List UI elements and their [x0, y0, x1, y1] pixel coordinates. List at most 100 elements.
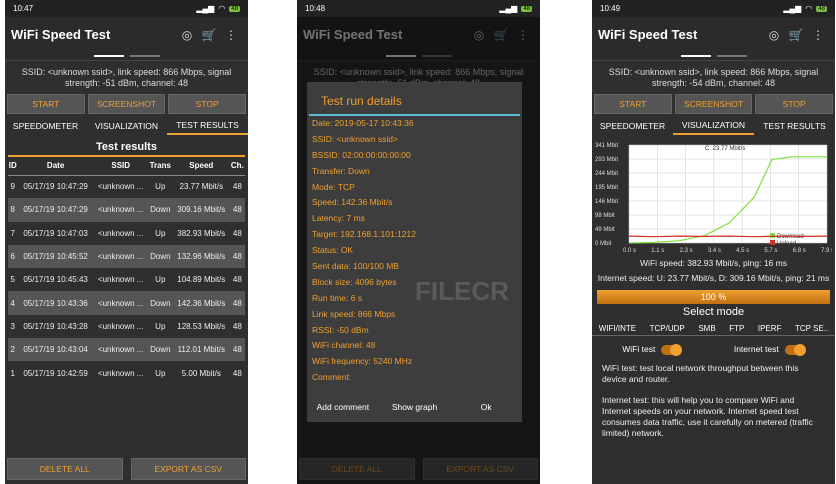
table-row[interactable]: 7 05/17/19 10:47:03 <unknown ... Up 382.93 M…: [8, 222, 245, 245]
y-tick: 293 Mbit: [595, 157, 618, 163]
table-row[interactable]: 5 05/17/19 10:45:43 <unknown ... Up 104.89 M…: [8, 268, 245, 291]
table-row[interactable]: 4 05/17/19 10:43:36 <unknown ... Down 142.36…: [8, 291, 245, 315]
tab-speedometer[interactable]: SPEEDOMETER: [5, 121, 86, 134]
menu-icon[interactable]: ⋮: [220, 28, 242, 42]
mode-tab[interactable]: TCP SE..: [795, 324, 828, 333]
y-tick: 195 Mbit: [595, 185, 618, 191]
cell-id: 8: [8, 198, 18, 222]
col-date: Date: [17, 157, 94, 176]
plot-area: [629, 145, 827, 243]
stop-button[interactable]: STOP: [755, 94, 834, 114]
y-tick: 341 Mbit: [595, 143, 618, 149]
legend-label: Download: [777, 234, 804, 240]
show-graph-button[interactable]: Show graph: [379, 392, 451, 422]
mode-tabs: WIFI/INTE TCP/UDP SMB FTP IPERF TCP SE..: [592, 322, 835, 336]
table-row[interactable]: 6 05/17/19 10:45:52 <unknown ... Down 132.96…: [8, 244, 245, 269]
ssid-info: SSID: <unknown ssid>, link speed: 866 Mb…: [5, 60, 248, 91]
tab-speedometer[interactable]: SPEEDOMETER: [592, 121, 673, 134]
col-ssid: SSID: [93, 157, 148, 176]
cell-ssid: <unknown ...: [93, 338, 148, 362]
tab-visualization[interactable]: VISUALIZATION: [86, 121, 167, 134]
detail-line: RSSI: -50 dBm: [312, 324, 369, 335]
mode-tab[interactable]: IPERF: [758, 324, 782, 333]
detail-line: Mode: TCP: [312, 181, 355, 192]
tab-results[interactable]: TEST RESULTS: [754, 121, 835, 134]
mode-tab[interactable]: WIFI/INTE: [599, 324, 636, 333]
y-tick: 98 Mbit: [595, 213, 615, 219]
x-tick: 2.3 s: [680, 248, 693, 254]
wifi-test-desc: WiFi test: test local network throughput…: [602, 362, 799, 384]
detail-line: Link speed: 866 Mbps: [312, 308, 396, 319]
col-id: ID: [8, 157, 18, 176]
cell-date: 05/17/19 10:42:59: [23, 368, 88, 378]
table-row[interactable]: 9 05/17/19 10:47:29 <unknown ... Up 23.77 Mb…: [8, 175, 245, 198]
ok-button[interactable]: Ok: [450, 392, 522, 422]
start-button[interactable]: START: [594, 94, 672, 114]
cell-trans: Up: [155, 275, 166, 285]
screenshot-button[interactable]: SCREENSHOT: [674, 94, 753, 114]
table-row[interactable]: 1 05/17/19 10:42:59 <unknown ... Up 5.00 Mbi…: [8, 361, 245, 384]
cell-date: 05/17/19 10:47:29: [17, 198, 94, 222]
cart-icon[interactable]: 🛒: [785, 28, 807, 42]
legend-swatch: [770, 233, 775, 238]
cell-trans: Up: [155, 321, 166, 331]
cell-id: 6: [8, 244, 18, 269]
legend-swatch: [770, 240, 775, 245]
detail-line: Speed: 142.36 Mbit/s: [312, 197, 393, 208]
detail-line: SSID: <unknown ssid>: [312, 133, 398, 144]
mode-tab[interactable]: TCP/UDP: [650, 324, 685, 333]
cell-date: 05/17/19 10:43:36: [17, 291, 94, 315]
y-tick: 146 Mbit: [595, 199, 618, 205]
cell-trans: Down: [147, 198, 173, 222]
cell-date: 05/17/19 10:45:43: [23, 275, 88, 285]
start-button[interactable]: START: [7, 94, 85, 114]
time: 10:49: [600, 4, 621, 13]
cell-speed: 309.16 Mbit/s: [172, 198, 230, 222]
speed-icon[interactable]: ◎: [176, 28, 198, 42]
cell-ssid: <unknown ...: [93, 291, 148, 315]
tab-results[interactable]: TEST RESULTS: [167, 120, 248, 135]
mode-tab[interactable]: FTP: [729, 324, 744, 333]
cell-ssid: <unknown ...: [97, 275, 144, 285]
app-title: WiFi Speed Test: [598, 27, 698, 42]
internet-test-toggle[interactable]: Internet test: [733, 343, 806, 356]
export-csv-button[interactable]: EXPORT AS CSV: [130, 458, 246, 480]
wifi-test-label: WiFi test: [622, 344, 656, 354]
cart-icon[interactable]: 🛒: [198, 28, 220, 42]
delete-all-button[interactable]: DELETE ALL: [7, 458, 123, 480]
cell-trans: Up: [155, 228, 166, 238]
speed-icon[interactable]: ◎: [763, 28, 785, 42]
wifi-test-toggle[interactable]: WiFi test: [622, 343, 683, 356]
detail-line: Comment:: [312, 372, 352, 383]
detail-line: Date: 2019-05-17 10:43:36: [312, 118, 414, 128]
series-line-upload: [628, 235, 828, 238]
menu-icon[interactable]: ⋮: [807, 28, 829, 42]
dialog-title: Test run details: [309, 82, 520, 116]
screenshot-button[interactable]: SCREENSHOT: [87, 94, 166, 114]
detail-line: Transfer: Down: [312, 165, 370, 176]
phone-results: 10:47 ▂▄▆ ◠ 48 WiFi Speed Test ◎ 🛒 ⋮ SSID: <un…: [5, 0, 248, 484]
add-comment-button[interactable]: Add comment: [307, 392, 379, 422]
ssid-info: SSID: <unknown ssid>, link speed: 866 Mb…: [592, 60, 835, 91]
table-row[interactable]: 3 05/17/19 10:43:28 <unknown ... Up 128.53 M…: [8, 315, 245, 338]
wifi-speed: WiFi speed: 382.93 Mbit/s, ping: 16 ms: [640, 258, 787, 268]
cell-ch: 48: [232, 182, 242, 192]
internet-test-label: Internet test: [733, 344, 779, 354]
col-ch: Ch.: [229, 157, 245, 176]
cell-speed: 142.36 Mbit/s: [172, 291, 230, 315]
cell-ch: 48: [229, 198, 245, 222]
mode-tab[interactable]: SMB: [698, 324, 715, 333]
status-bar: 10:47 ▂▄▆ ◠ 48: [5, 0, 248, 17]
cell-ssid: <unknown ...: [97, 182, 144, 192]
table-row[interactable]: 2 05/17/19 10:43:04 <unknown ... Down 112.01…: [8, 338, 245, 362]
cell-ssid: <unknown ...: [93, 198, 148, 222]
cell-date: 05/17/19 10:43:04: [17, 338, 94, 362]
signal-icon: ▂▄▆: [783, 4, 802, 13]
cell-trans: Up: [155, 182, 166, 192]
stop-button[interactable]: STOP: [168, 94, 247, 114]
x-tick: 7.9 s: [821, 248, 832, 254]
signal-icon: ▂▄▆: [196, 4, 215, 13]
table-row[interactable]: 8 05/17/19 10:47:29 <unknown ... Down 309.16…: [8, 198, 245, 222]
detail-line: BSSID: 02:00:00:00:00:00: [312, 149, 411, 160]
tab-visualization[interactable]: VISUALIZATION: [673, 120, 754, 135]
